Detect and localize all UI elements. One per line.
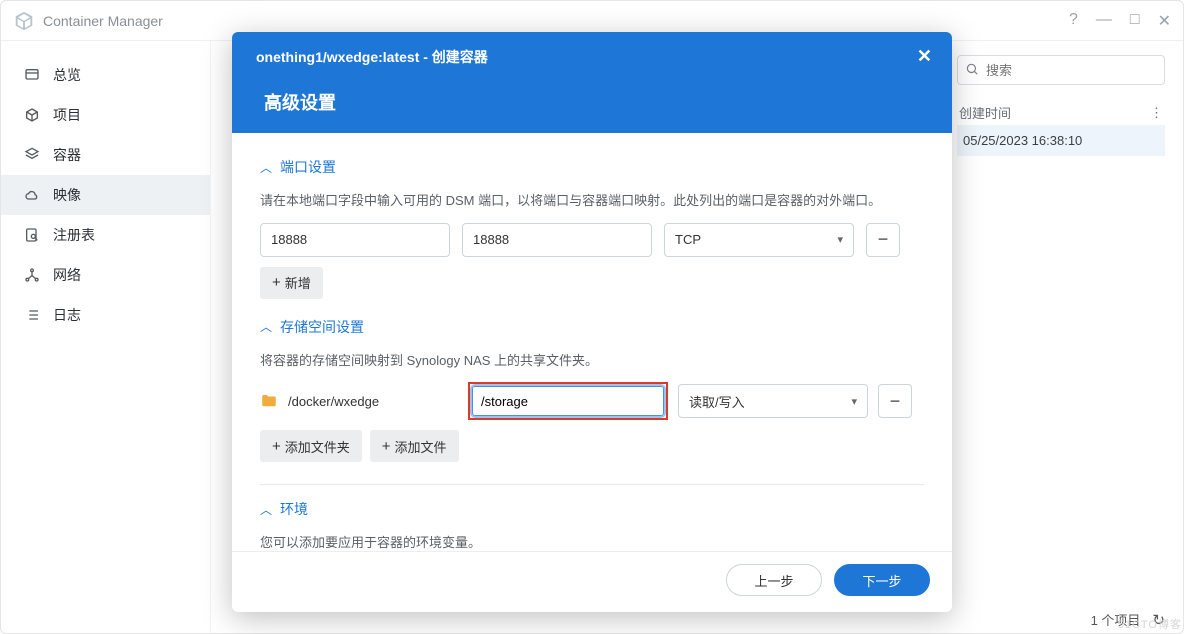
section-port-toggle[interactable]: ︿ 端口设置 <box>260 157 924 177</box>
chevron-up-icon: ︿ <box>260 318 272 335</box>
app-logo-icon <box>13 10 35 32</box>
cloud-icon <box>23 186 41 204</box>
table-row[interactable]: 05/25/2023 16:38:10 <box>957 125 1165 156</box>
dashboard-icon <box>23 66 41 84</box>
port-desc: 请在本地端口字段中输入可用的 DSM 端口，以将端口与容器端口映射。此处列出的端… <box>260 191 924 211</box>
sidebar-item-label: 容器 <box>53 145 81 165</box>
protocol-select[interactable]: TCP ▾ <box>664 223 854 257</box>
next-button[interactable]: 下一步 <box>834 564 930 596</box>
close-window-button[interactable]: ✕ <box>1158 11 1171 31</box>
plus-icon: + <box>382 438 391 455</box>
sidebar-item-label: 项目 <box>53 105 81 125</box>
container-port-input[interactable] <box>462 223 652 257</box>
remove-port-button[interactable]: − <box>866 223 900 257</box>
sidebar-item-label: 网络 <box>53 265 81 285</box>
cube-icon <box>23 106 41 124</box>
modal-header: onething1/wxedge:latest - 创建容器 ✕ 高级设置 <box>232 32 952 133</box>
modal-body: ︿ 端口设置 请在本地端口字段中输入可用的 DSM 端口，以将端口与容器端口映射… <box>232 133 952 551</box>
sidebar-item-log[interactable]: 日志 <box>1 295 210 335</box>
modal-title: onething1/wxedge:latest - 创建容器 <box>256 47 488 67</box>
sidebar-item-label: 日志 <box>53 305 81 325</box>
sidebar: 总览 项目 容器 映像 注册表 网络 <box>1 41 211 633</box>
created-time-value: 05/25/2023 16:38:10 <box>963 133 1082 148</box>
section-storage-toggle[interactable]: ︿ 存储空间设置 <box>260 317 924 337</box>
divider <box>260 484 924 485</box>
folder-icon <box>260 392 278 410</box>
host-path[interactable]: /docker/wxedge <box>288 394 458 409</box>
sidebar-item-project[interactable]: 项目 <box>1 95 210 135</box>
search-doc-icon <box>23 226 41 244</box>
storage-desc: 将容器的存储空间映射到 Synology NAS 上的共享文件夹。 <box>260 351 924 371</box>
remove-volume-button[interactable]: − <box>878 384 912 418</box>
chevron-up-icon: ︿ <box>260 159 272 176</box>
add-port-button[interactable]: +新增 <box>260 267 323 299</box>
permission-select[interactable]: 读取/写入 ▾ <box>678 384 868 418</box>
sidebar-item-label: 总览 <box>53 65 81 85</box>
search-box <box>957 55 1165 85</box>
container-icon <box>23 146 41 164</box>
maximize-button[interactable]: □ <box>1130 11 1140 31</box>
kebab-icon[interactable]: ⋮ <box>1150 105 1163 121</box>
permission-value: 读取/写入 <box>689 392 745 411</box>
protocol-value: TCP <box>675 232 701 247</box>
section-env-toggle[interactable]: ︿ 环境 <box>260 499 924 519</box>
sidebar-item-registry[interactable]: 注册表 <box>1 215 210 255</box>
section-title-label: 存储空间设置 <box>280 317 364 337</box>
modal-footer: 上一步 下一步 <box>232 551 952 612</box>
window-controls: ? — □ ✕ <box>1069 11 1171 31</box>
list-icon <box>23 306 41 324</box>
chevron-down-icon: ▾ <box>851 395 857 408</box>
section-title-label: 环境 <box>280 499 308 519</box>
add-file-button[interactable]: +添加文件 <box>370 430 459 462</box>
container-path-highlight <box>468 382 668 420</box>
sidebar-item-image[interactable]: 映像 <box>1 175 210 215</box>
section-title-label: 端口设置 <box>280 157 336 177</box>
modal-close-button[interactable]: ✕ <box>917 46 932 67</box>
chevron-down-icon: ▾ <box>837 233 843 246</box>
sidebar-item-label: 注册表 <box>53 225 95 245</box>
add-folder-button[interactable]: +添加文件夹 <box>260 430 362 462</box>
col-created-label[interactable]: 创建时间 <box>959 103 1011 122</box>
plus-icon: + <box>272 274 281 291</box>
app-title: Container Manager <box>43 13 163 29</box>
create-container-modal: onething1/wxedge:latest - 创建容器 ✕ 高级设置 ︿ … <box>232 32 952 612</box>
modal-subtitle: 高级设置 <box>264 89 932 115</box>
watermark: 51CTO博客 <box>1118 616 1182 632</box>
sidebar-item-label: 映像 <box>53 185 81 205</box>
prev-button[interactable]: 上一步 <box>726 564 822 596</box>
env-desc: 您可以添加要应用于容器的环境变量。 <box>260 533 924 551</box>
sidebar-item-overview[interactable]: 总览 <box>1 55 210 95</box>
chevron-up-icon: ︿ <box>260 501 272 518</box>
help-button[interactable]: ? <box>1069 11 1078 31</box>
container-path-input[interactable] <box>472 386 664 416</box>
search-input[interactable] <box>957 55 1165 85</box>
minimize-button[interactable]: — <box>1096 11 1112 31</box>
search-icon <box>965 62 979 76</box>
sidebar-item-container[interactable]: 容器 <box>1 135 210 175</box>
network-icon <box>23 266 41 284</box>
plus-icon: + <box>272 438 281 455</box>
local-port-input[interactable] <box>260 223 450 257</box>
sidebar-item-network[interactable]: 网络 <box>1 255 210 295</box>
